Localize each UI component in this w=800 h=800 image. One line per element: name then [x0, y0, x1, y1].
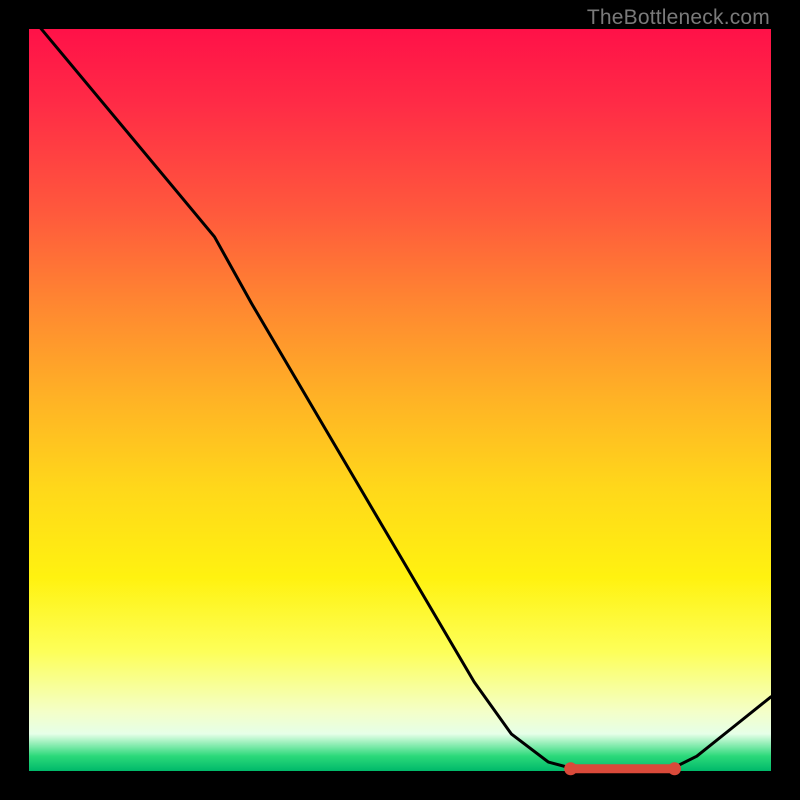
chart-frame: TheBottleneck.com — [0, 0, 800, 800]
sweet-spot-dot-left — [564, 762, 577, 775]
plot-area — [29, 29, 771, 771]
sweet-spot-dot-right — [668, 762, 681, 775]
bottleneck-curve — [29, 14, 771, 769]
watermark-text: TheBottleneck.com — [587, 6, 770, 30]
curve-svg — [29, 29, 771, 771]
